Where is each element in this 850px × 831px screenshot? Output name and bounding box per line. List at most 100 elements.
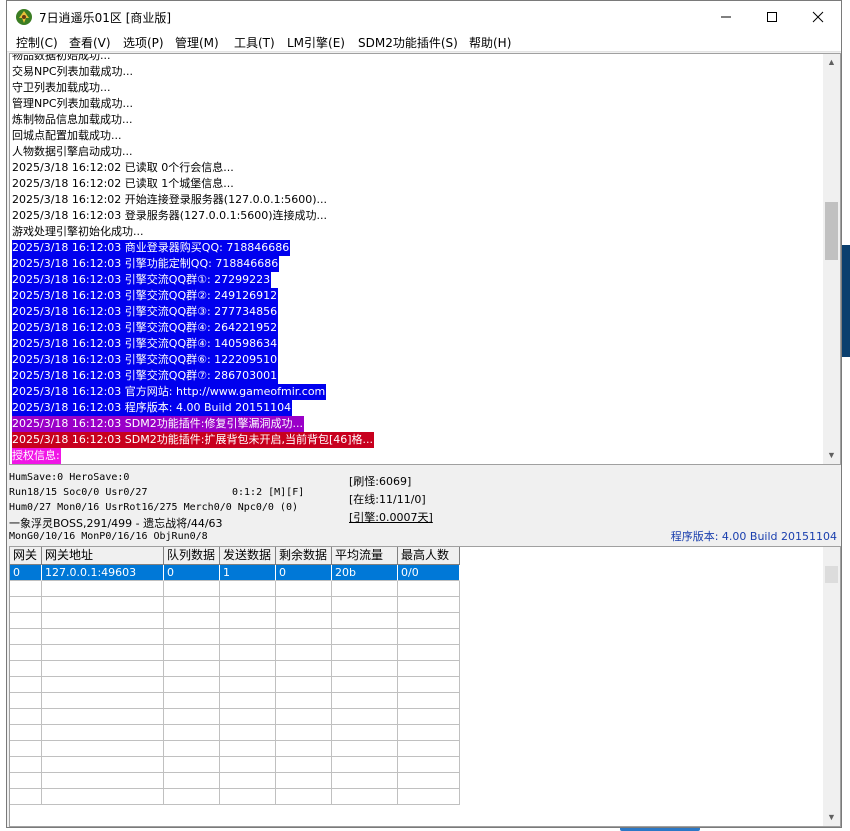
grid-cell xyxy=(398,677,460,693)
grid-cell xyxy=(164,773,220,789)
grid-cell xyxy=(220,581,276,597)
log-scrollbar[interactable]: ▲ ▼ xyxy=(823,54,840,464)
grid-cell xyxy=(164,693,220,709)
grid-cell xyxy=(10,613,42,629)
log-line-text: 2025/3/18 16:12:03 引擎交流QQ群⑥: 122209510 xyxy=(12,352,279,368)
log-panel[interactable]: 物品数据初始成功... 交易NPC列表加载成功... 守卫列表加载成功... 管理NP… xyxy=(9,53,841,465)
grid-cell xyxy=(10,661,42,677)
grid-column-header[interactable]: 网关 xyxy=(10,547,42,565)
grid-cell xyxy=(332,693,398,709)
grid-header: 网关 网关地址 队列数据 发送数据 剩余数据 平均流量 最高人数 xyxy=(10,547,460,565)
grid-cell xyxy=(42,645,164,661)
grid-row[interactable] xyxy=(10,693,460,709)
log-line: 2025/3/18 16:12:03 引擎交流QQ群⑦: 286703001 xyxy=(12,368,374,384)
log-scroll-thumb[interactable] xyxy=(825,202,838,260)
grid-cell xyxy=(42,789,164,805)
grid-cell xyxy=(220,709,276,725)
log-line: 2025/3/18 16:12:03 商业登录器购买QQ: 718846686 xyxy=(12,240,374,256)
grid-cell xyxy=(164,581,220,597)
grid-column-header[interactable]: 最高人数 xyxy=(398,547,460,565)
grid-scroll-down-icon[interactable]: ▼ xyxy=(823,809,840,826)
grid-cell: 0 xyxy=(164,565,220,581)
grid-cell xyxy=(10,597,42,613)
grid-column-header[interactable]: 剩余数据 xyxy=(276,547,332,565)
status-engine-uptime: [引擎:0.0007天] xyxy=(349,511,433,524)
grid-column-header[interactable]: 队列数据 xyxy=(164,547,220,565)
grid-column-header[interactable]: 发送数据 xyxy=(220,547,276,565)
grid-cell xyxy=(332,677,398,693)
title-bar[interactable]: 7日逍遥乐01区 [商业版] xyxy=(7,1,841,32)
status-run-counts: Run18/15 Soc0/0 Usr0/27 xyxy=(9,487,148,498)
grid-row[interactable] xyxy=(10,677,460,693)
grid-cell xyxy=(220,789,276,805)
grid-row[interactable] xyxy=(10,581,460,597)
grid-column-header[interactable]: 平均流量 xyxy=(332,547,398,565)
grid-cell: 20b xyxy=(332,565,398,581)
program-version-label: 程序版本: 4.00 Build 20151104 xyxy=(670,530,837,543)
grid-cell xyxy=(42,677,164,693)
grid-row[interactable] xyxy=(10,725,460,741)
grid-cell xyxy=(398,789,460,805)
grid-row[interactable] xyxy=(10,741,460,757)
status-mon-counts: MonG0/10/16 MonP0/16/16 ObjRun0/8 xyxy=(9,531,208,542)
grid-row[interactable]: 0 127.0.0.1:49603 0 1 0 20b 0/0 xyxy=(10,565,460,581)
menu-options[interactable]: 选项(P) xyxy=(123,34,164,51)
menu-manage[interactable]: 管理(M) xyxy=(175,34,219,51)
log-line: 交易NPC列表加载成功... xyxy=(12,64,374,80)
grid-row[interactable] xyxy=(10,645,460,661)
grid-cell xyxy=(42,581,164,597)
grid-cell xyxy=(164,709,220,725)
maximize-button[interactable] xyxy=(749,1,795,32)
grid-cell xyxy=(276,741,332,757)
log-line-text: 2025/3/18 16:12:03 引擎功能定制QQ: 718846686 xyxy=(12,256,280,272)
log-line: 回城点配置加载成功... xyxy=(12,128,374,144)
log-line: 游戏处理引擎初始化成功... xyxy=(12,224,374,240)
grid-row[interactable] xyxy=(10,597,460,613)
log-line: 炼制物品信息加载成功... xyxy=(12,112,374,128)
grid-cell xyxy=(220,629,276,645)
grid-row[interactable] xyxy=(10,629,460,645)
minimize-button[interactable] xyxy=(703,1,749,32)
scroll-up-icon[interactable]: ▲ xyxy=(823,54,840,71)
grid-row[interactable] xyxy=(10,789,460,805)
log-line: 管理NPC列表加载成功... xyxy=(12,96,374,112)
menu-help[interactable]: 帮助(H) xyxy=(469,34,511,51)
grid-row[interactable] xyxy=(10,661,460,677)
grid-row[interactable] xyxy=(10,709,460,725)
background-blue-block xyxy=(842,245,850,357)
grid-row[interactable] xyxy=(10,757,460,773)
menu-view[interactable]: 查看(V) xyxy=(69,34,111,51)
grid-cell xyxy=(10,581,42,597)
grid-scroll-thumb[interactable] xyxy=(825,566,838,583)
grid-cell xyxy=(398,597,460,613)
grid-cell xyxy=(276,613,332,629)
grid-cell: 0 xyxy=(276,565,332,581)
menu-bar: 控制(C) 查看(V) 选项(P) 管理(M) 工具(T) LM引擎(E) SD… xyxy=(7,32,841,52)
grid-cell xyxy=(332,661,398,677)
grid-cell xyxy=(220,677,276,693)
log-line: 2025/3/18 16:12:03 引擎交流QQ群③: 277734856 xyxy=(12,304,374,320)
grid-cell xyxy=(164,757,220,773)
grid-cell xyxy=(332,709,398,725)
grid-cell xyxy=(332,789,398,805)
log-line-text: 2025/3/18 16:12:02 开始连接登录服务器(127.0.0.1:5… xyxy=(12,193,328,206)
status-boss-info: 一象浮灵BOSS,291/499 - 遗忘战将/44/63 xyxy=(9,517,223,530)
menu-lm-engine[interactable]: LM引擎(E) xyxy=(287,34,345,51)
menu-control[interactable]: 控制(C) xyxy=(16,34,58,51)
scroll-down-icon[interactable]: ▼ xyxy=(823,447,840,464)
grid-column-header[interactable]: 网关地址 xyxy=(42,547,164,565)
grid-scrollbar[interactable]: ▼ xyxy=(823,547,840,826)
log-line: 守卫列表加载成功... xyxy=(12,80,374,96)
grid-row[interactable] xyxy=(10,773,460,789)
gateway-grid[interactable]: 网关 网关地址 队列数据 发送数据 剩余数据 平均流量 最高人数 0 127.0.0.1:49… xyxy=(9,546,841,827)
menu-sdm2-plugin[interactable]: SDM2功能插件(S) xyxy=(358,34,458,51)
close-button[interactable] xyxy=(795,1,841,32)
log-line: 2025/3/18 16:12:03 引擎功能定制QQ: 718846686 xyxy=(12,256,374,272)
grid-cell xyxy=(332,725,398,741)
minimize-icon xyxy=(721,16,731,17)
status-refresh: [刷怪:6069] xyxy=(349,475,412,488)
grid-row[interactable] xyxy=(10,613,460,629)
menu-tools[interactable]: 工具(T) xyxy=(234,34,275,51)
grid-cell xyxy=(10,693,42,709)
server-console-window: 7日逍遥乐01区 [商业版] 控制(C) 查看(V) 选项(P) 管理(M) 工… xyxy=(6,0,842,828)
